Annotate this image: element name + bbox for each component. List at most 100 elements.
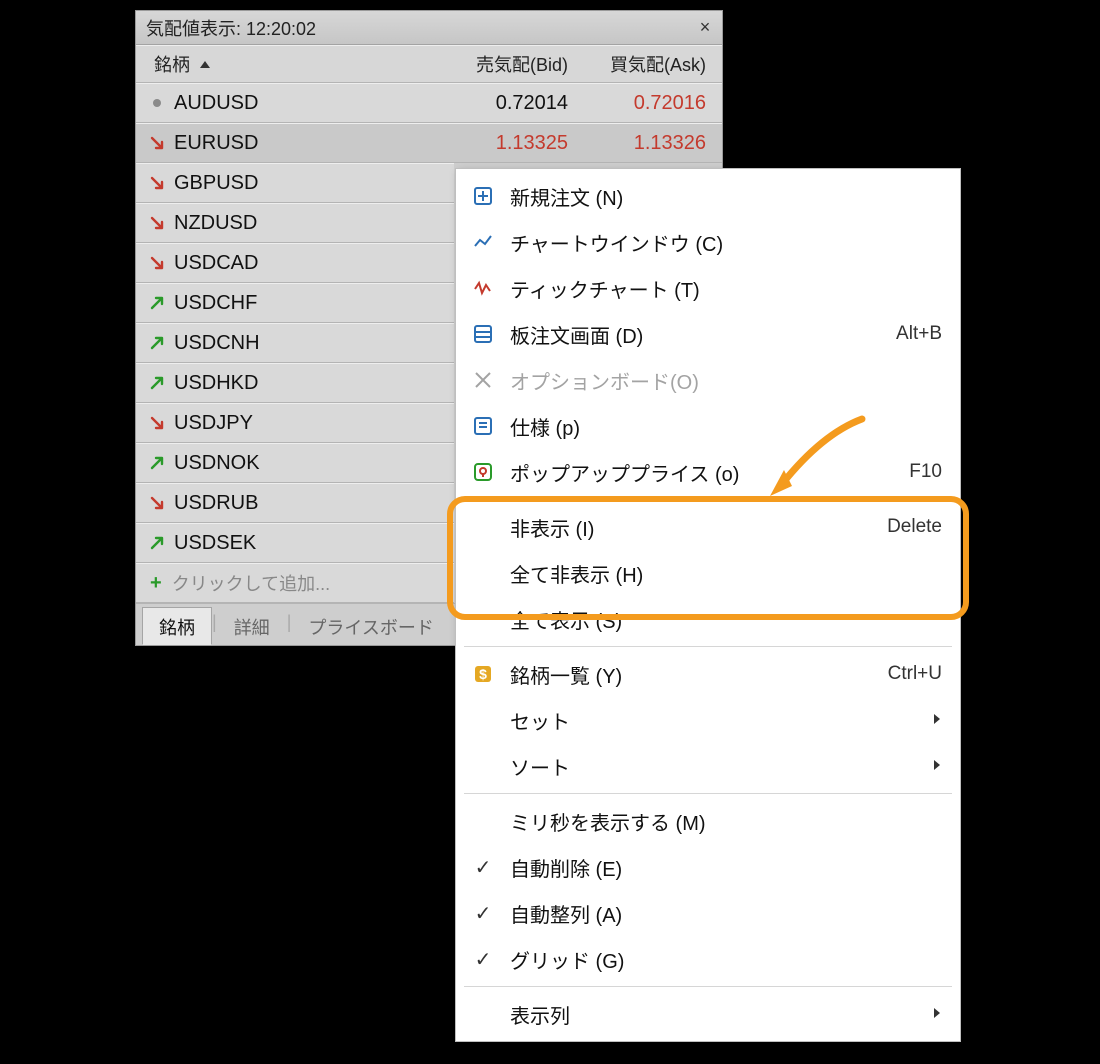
table-row[interactable]: AUDUSD0.720140.72016 — [136, 83, 722, 123]
popup-icon — [470, 459, 496, 485]
menu-item-label: チャートウインドウ (C) — [510, 228, 942, 257]
table-row[interactable]: USDNOK — [136, 443, 454, 483]
symbol-name: USDCHF — [174, 292, 257, 315]
menu-item[interactable]: ソート — [456, 743, 960, 789]
arrow-up-icon — [150, 336, 164, 350]
table-row[interactable]: USDSEK — [136, 523, 454, 563]
menu-item-label: ミリ秒を表示する (M) — [510, 807, 942, 836]
table-row[interactable]: USDCNH — [136, 323, 454, 363]
menu-item[interactable]: ✓ グリッド (G) — [456, 936, 960, 982]
table-row[interactable]: USDJPY — [136, 403, 454, 443]
accelerator-label: Alt+B — [896, 323, 942, 345]
bid-price: 1.13325 — [436, 132, 580, 155]
depth-icon — [470, 321, 496, 347]
menu-item[interactable]: 全て表示 (S) — [456, 596, 960, 642]
menu-item[interactable]: 板注文画面 (D)Alt+B — [456, 311, 960, 357]
menu-item-label: グリッド (G) — [510, 945, 942, 974]
symbol-name: AUDUSD — [174, 92, 258, 115]
ask-price: 1.13326 — [580, 132, 722, 155]
tick-icon — [470, 275, 496, 301]
add-symbol-label: クリックして追加... — [172, 570, 330, 596]
submenu-arrow-icon — [932, 755, 942, 778]
table-row[interactable]: GBPUSD — [136, 163, 454, 203]
menu-item[interactable]: 非表示 (I)Delete — [456, 504, 960, 550]
tab-symbols[interactable]: 銘柄 — [142, 607, 212, 645]
menu-item[interactable]: ミリ秒を表示する (M) — [456, 798, 960, 844]
symbol-name: EURUSD — [174, 132, 258, 155]
col-ask-label: 買気配(Ask) — [580, 51, 722, 77]
menu-item[interactable]: 仕様 (p) — [456, 403, 960, 449]
arrow-down-icon — [150, 216, 164, 230]
menu-item-label: 新規注文 (N) — [510, 182, 942, 211]
menu-item-label: 全て非表示 (H) — [510, 559, 942, 588]
spec-icon — [470, 413, 496, 439]
menu-item-label: ティックチャート (T) — [510, 274, 942, 303]
accelerator-label: Delete — [887, 516, 942, 538]
title-bar[interactable]: 気配値表示: 12:20:02 × — [136, 11, 722, 45]
symbol-name: USDNOK — [174, 452, 260, 475]
table-row[interactable]: USDRUB — [136, 483, 454, 523]
symbol-name: USDCAD — [174, 252, 258, 275]
accelerator-label: F10 — [909, 461, 942, 483]
menu-item-label: 非表示 (I) — [510, 513, 887, 542]
symbol-name: USDRUB — [174, 492, 258, 515]
menu-item[interactable]: $銘柄一覧 (Y)Ctrl+U — [456, 651, 960, 697]
flat-dot-icon — [150, 96, 164, 110]
col-symbol-label: 銘柄 — [154, 51, 190, 77]
menu-separator — [464, 793, 952, 794]
bid-price: 0.72014 — [436, 92, 580, 115]
menu-item[interactable]: チャートウインドウ (C) — [456, 219, 960, 265]
menu-item[interactable]: ティックチャート (T) — [456, 265, 960, 311]
arrow-down-icon — [150, 256, 164, 270]
close-icon[interactable]: × — [694, 17, 716, 39]
chart-icon — [470, 229, 496, 255]
menu-item-label: 板注文画面 (D) — [510, 320, 896, 349]
plus-icon: + — [150, 572, 162, 595]
menu-item-label: オプションボード(O) — [510, 366, 942, 395]
menu-separator — [464, 646, 952, 647]
menu-item-label: 全て表示 (S) — [510, 605, 942, 634]
symbols-icon: $ — [470, 661, 496, 687]
symbol-name: USDJPY — [174, 412, 253, 435]
menu-item-label: 銘柄一覧 (Y) — [510, 660, 888, 689]
add-symbol-row[interactable]: + クリックして追加... — [136, 563, 454, 603]
table-row[interactable]: USDCHF — [136, 283, 454, 323]
menu-item: オプションボード(O) — [456, 357, 960, 403]
menu-item-label: セット — [510, 706, 932, 735]
new-order-icon — [470, 183, 496, 209]
bottom-tabs: 銘柄 | 詳細 | プライスボード — [136, 603, 456, 645]
submenu-arrow-icon — [932, 1003, 942, 1026]
table-row[interactable]: EURUSD 1.133251.13326 — [136, 123, 722, 163]
menu-item[interactable]: ✓自動整列 (A) — [456, 890, 960, 936]
menu-item[interactable]: 全て非表示 (H) — [456, 550, 960, 596]
symbol-name: USDHKD — [174, 372, 258, 395]
menu-separator — [464, 499, 952, 500]
arrow-up-icon — [150, 536, 164, 550]
table-row[interactable]: USDCAD — [136, 243, 454, 283]
title-text: 気配値表示: 12:20:02 — [146, 15, 316, 41]
menu-item[interactable]: セット — [456, 697, 960, 743]
menu-item[interactable]: 新規注文 (N) — [456, 173, 960, 219]
column-header-row[interactable]: 銘柄 売気配(Bid) 買気配(Ask) — [136, 45, 722, 83]
tab-priceboard[interactable]: プライスボード — [291, 607, 450, 645]
check-icon: ✓ — [470, 947, 496, 972]
menu-item[interactable]: ✓自動削除 (E) — [456, 844, 960, 890]
menu-item-label: ポップアッププライス (o) — [510, 458, 909, 487]
table-row[interactable]: NZDUSD — [136, 203, 454, 243]
svg-text:$: $ — [479, 666, 487, 682]
arrow-down-icon — [150, 176, 164, 190]
tab-details[interactable]: 詳細 — [217, 607, 287, 645]
table-row[interactable]: USDHKD — [136, 363, 454, 403]
check-icon: ✓ — [470, 855, 496, 880]
col-bid-label: 売気配(Bid) — [436, 51, 580, 77]
menu-item-label: ソート — [510, 752, 932, 781]
symbol-name: USDCNH — [174, 332, 260, 355]
menu-item[interactable]: ポップアッププライス (o)F10 — [456, 449, 960, 495]
arrow-down-icon — [150, 416, 164, 430]
arrow-down-icon — [150, 496, 164, 510]
submenu-arrow-icon — [932, 709, 942, 732]
menu-item[interactable]: 表示列 — [456, 991, 960, 1037]
arrow-down-icon — [150, 136, 164, 150]
option-icon — [470, 367, 496, 393]
context-menu: 新規注文 (N) チャートウインドウ (C) ティックチャート (T) 板注文画面 (… — [455, 168, 961, 1042]
